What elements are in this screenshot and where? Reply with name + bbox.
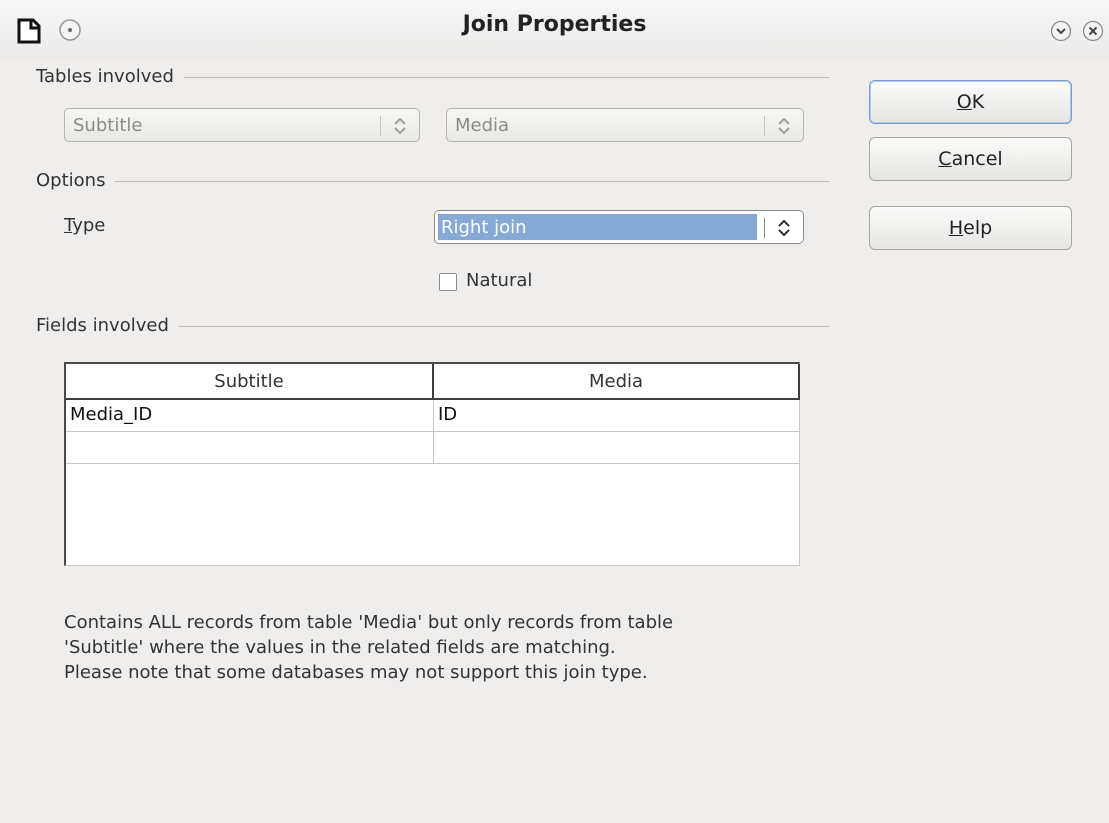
tables-involved-label: Tables involved [36, 66, 184, 87]
column-header-media[interactable]: Media [434, 364, 800, 400]
type-label-mnemonic: T [64, 215, 73, 236]
description-line: Contains ALL records from table 'Media' … [64, 612, 674, 633]
cancel-label-rest: ancel [951, 148, 1003, 170]
fields-involved-label: Fields involved [36, 315, 179, 336]
left-table-combo[interactable]: Subtitle [64, 108, 420, 142]
ok-button[interactable]: OK [869, 80, 1072, 124]
help-mnemonic: H [948, 217, 964, 239]
options-label: Options [36, 170, 116, 191]
close-icon[interactable] [1082, 20, 1104, 46]
table-cell[interactable] [434, 432, 800, 464]
title-bar: Join Properties [0, 0, 1109, 58]
natural-checkbox[interactable] [439, 273, 457, 291]
combo-separator [764, 116, 765, 136]
cancel-mnemonic: C [938, 148, 952, 170]
table-cell[interactable] [66, 432, 434, 464]
help-button[interactable]: Help [869, 206, 1072, 250]
description-line: 'Subtitle' where the values in the relat… [64, 637, 616, 658]
column-header-subtitle[interactable]: Subtitle [66, 364, 434, 400]
combo-separator [380, 116, 381, 136]
join-type-value: Right join [441, 217, 527, 238]
ok-label-rest: K [971, 91, 985, 113]
description-line: Please note that some databases may not … [64, 662, 648, 683]
type-label-rest: ype [72, 215, 106, 236]
window-title: Join Properties [462, 12, 647, 37]
right-table-value: Media [455, 115, 510, 136]
type-label: Type [64, 215, 105, 236]
join-description: Contains ALL records from table 'Media' … [64, 610, 824, 685]
spin-arrows-icon[interactable] [775, 115, 793, 142]
options-group-line [36, 181, 829, 182]
spin-arrows-icon[interactable] [775, 217, 793, 244]
combo-separator [764, 218, 765, 238]
table-cell[interactable]: ID [434, 400, 800, 432]
spin-arrows-icon[interactable] [391, 115, 409, 142]
help-label-rest: elp [963, 217, 993, 239]
fields-grid[interactable]: Subtitle Media Media_ID ID [64, 362, 800, 566]
right-table-combo[interactable]: Media [446, 108, 804, 142]
natural-label: Natural [466, 270, 533, 291]
left-table-value: Subtitle [73, 115, 143, 136]
minimize-icon[interactable] [1050, 20, 1072, 46]
table-cell[interactable]: Media_ID [66, 400, 434, 432]
join-type-select[interactable]: Right join [434, 210, 804, 244]
cancel-button[interactable]: Cancel [869, 137, 1072, 181]
ok-mnemonic: O [956, 91, 972, 113]
